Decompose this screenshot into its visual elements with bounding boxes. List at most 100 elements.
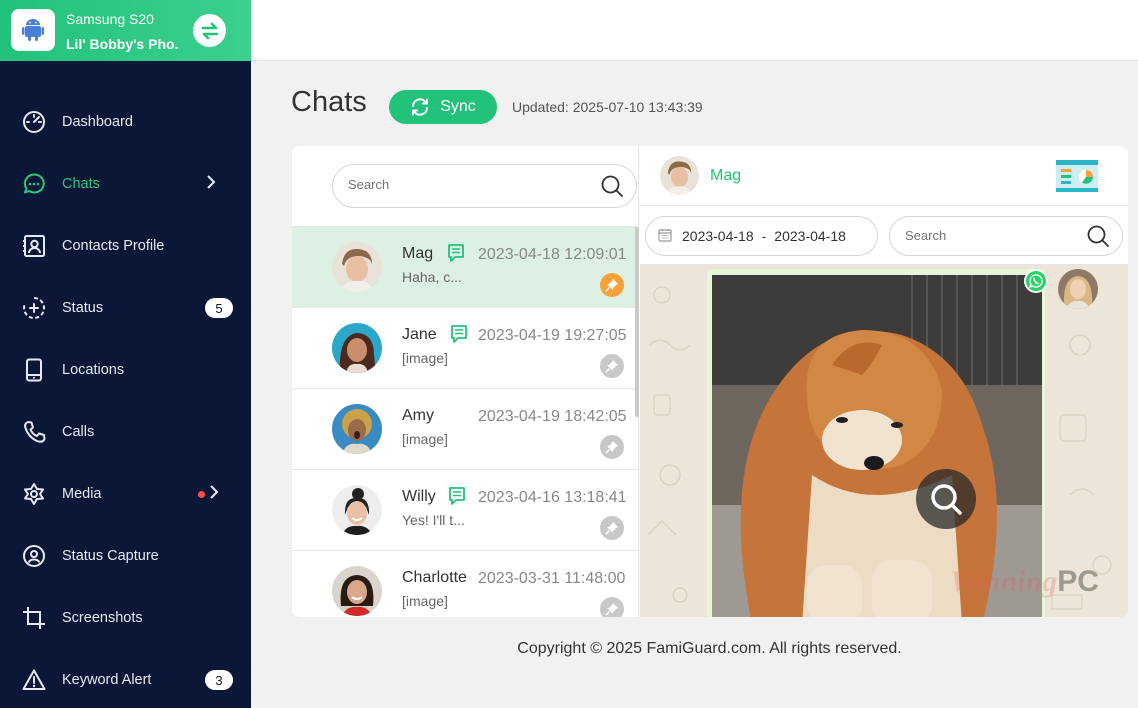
chat-list-item[interactable]: Jane 2023-04-19 19:27:05 [image] — [292, 308, 639, 389]
avatar — [332, 404, 382, 454]
watermark-script: Winning — [950, 565, 1058, 598]
sidebar-item-locations[interactable]: Locations — [0, 339, 251, 401]
last-updated-text: Updated: 2025-07-10 13:43:39 — [512, 99, 703, 115]
sidebar-item-label: Media — [62, 486, 102, 502]
sidebar-item-calls[interactable]: Calls — [0, 401, 251, 463]
chat-list-item[interactable]: Amy 2023-04-19 18:42:05 [image] — [292, 389, 639, 470]
avatar — [332, 323, 382, 373]
sidebar-item-chats[interactable]: Chats — [0, 153, 251, 215]
pin-icon[interactable] — [600, 354, 624, 378]
device-header: Samsung S20 Lil' Bobby's Pho... — [0, 0, 251, 61]
sidebar-item-contacts-profile[interactable]: Contacts Profile — [0, 215, 251, 277]
note-icon — [447, 486, 467, 511]
device-name: Samsung S20 — [66, 11, 154, 27]
warning-icon — [21, 667, 47, 693]
sidebar-item-media[interactable]: Media — [0, 463, 251, 525]
chat-list-item[interactable]: Willy 2023-04-16 13:18:41 Yes! I'll t... — [292, 470, 639, 551]
note-icon — [449, 324, 469, 349]
chat-time: 2023-03-31 11:48:00 — [478, 570, 626, 587]
chat-search-input[interactable] — [348, 177, 588, 192]
conversation-search-input[interactable] — [905, 228, 1075, 243]
chat-name: Willy — [402, 488, 436, 505]
chat-list-item[interactable]: Mag 2023-04-18 12:09:01 Haha, c... — [292, 227, 639, 308]
conversation-header: Mag — [640, 146, 1128, 206]
sidebar-item-label: Calls — [62, 424, 95, 440]
conversation-pane: Mag 2023-04-18 - 2023-04-18 Search Winni… — [640, 146, 1128, 617]
date-range-picker[interactable]: 2023-04-18 - 2023-04-18 — [645, 216, 878, 256]
chat-preview: Haha, c... — [402, 269, 462, 285]
sidebar-item-dashboard[interactable]: Dashboard — [0, 91, 251, 153]
chat-search-box — [332, 164, 637, 208]
chat-name: Amy — [402, 407, 434, 424]
pin-icon[interactable] — [600, 597, 624, 617]
media-icon — [21, 481, 47, 507]
page-title: Chats — [291, 86, 367, 118]
sync-button[interactable]: Sync — [389, 90, 497, 124]
date-to: 2023-04-18 — [774, 228, 846, 244]
chat-preview: Yes! I'll t... — [402, 512, 464, 528]
sender-avatar — [1058, 269, 1098, 309]
chat-time: 2023-04-18 12:09:01 — [478, 246, 627, 263]
avatar — [660, 156, 699, 195]
chat-name: Mag — [402, 245, 434, 262]
date-separator: - — [761, 228, 767, 244]
chat-preview: [image] — [402, 431, 448, 447]
chat-time: 2023-04-19 19:27:05 — [478, 327, 627, 344]
chat-preview: [image] — [402, 350, 448, 366]
chat-list-scrollbar[interactable] — [635, 227, 639, 417]
device-owner: Lil' Bobby's Pho... — [66, 36, 178, 52]
export-report-icon[interactable] — [1054, 158, 1100, 199]
chat-name: Charlotte — [402, 569, 467, 586]
sidebar-item-status[interactable]: Status 5 — [0, 277, 251, 339]
status-badge: 5 — [205, 298, 233, 318]
chat-time: 2023-04-19 18:42:05 — [478, 408, 627, 425]
refresh-icon — [412, 98, 429, 116]
pin-icon[interactable] — [600, 273, 624, 297]
top-bar — [251, 0, 1138, 61]
chat-list-item[interactable]: Charlotte 2023-03-31 11:48:00 [image] — [292, 551, 639, 617]
sidebar-item-label: Dashboard — [62, 114, 133, 130]
sidebar-item-label: Chats — [62, 176, 100, 192]
sidebar-item-label: Keyword Alert — [62, 672, 152, 688]
sync-label: Sync — [440, 98, 476, 115]
call-icon — [21, 419, 47, 445]
swap-icon — [201, 22, 218, 39]
chat-bubble-icon — [21, 171, 47, 197]
search-icon[interactable] — [1086, 224, 1110, 253]
sidebar-item-screenshots[interactable]: Screenshots — [0, 587, 251, 649]
chevron-right-icon — [209, 485, 219, 503]
status-capture-icon — [21, 543, 47, 569]
keyword-alert-badge: 3 — [205, 670, 233, 690]
sidebar-item-label: Locations — [62, 362, 125, 378]
calendar-icon — [658, 228, 672, 245]
whatsapp-icon — [1024, 269, 1048, 293]
chat-list-column: Mag 2023-04-18 12:09:01 Haha, c... Jane … — [292, 146, 639, 617]
sidebar: Samsung S20 Lil' Bobby's Pho... Dashboar… — [0, 0, 251, 708]
conversation-contact-name: Mag — [710, 167, 742, 184]
crop-icon — [21, 605, 47, 631]
sidebar-item-label: Status Capture — [62, 548, 159, 564]
sidebar-item-keyword-alert[interactable]: Keyword Alert 3 — [0, 649, 251, 708]
date-from: 2023-04-18 — [682, 228, 754, 244]
sidebar-item-status-capture[interactable]: Status Capture — [0, 525, 251, 587]
conversation-search-box — [889, 216, 1123, 256]
search-icon[interactable] — [600, 174, 624, 203]
android-icon — [11, 9, 55, 51]
phone-icon — [21, 357, 47, 383]
zoom-image-button[interactable] — [916, 469, 976, 529]
chat-preview: [image] — [402, 593, 448, 609]
pin-icon[interactable] — [600, 435, 624, 459]
switch-device-button[interactable] — [193, 14, 226, 47]
footer-copyright: Copyright © 2025 FamiGuard.com. All righ… — [517, 640, 902, 657]
chevron-right-icon — [206, 175, 216, 193]
note-icon — [446, 243, 466, 268]
watermark: WinningPC — [950, 565, 1099, 599]
pin-icon[interactable] — [600, 516, 624, 540]
contact-card-icon — [21, 233, 47, 259]
chats-panel: Mag 2023-04-18 12:09:01 Haha, c... Jane … — [292, 146, 1128, 617]
sidebar-item-label: Contacts Profile — [62, 238, 165, 254]
dashboard-icon — [21, 109, 47, 135]
notification-dot — [198, 490, 205, 498]
watermark-bold: PC — [1057, 565, 1099, 598]
chat-name: Jane — [402, 326, 437, 343]
